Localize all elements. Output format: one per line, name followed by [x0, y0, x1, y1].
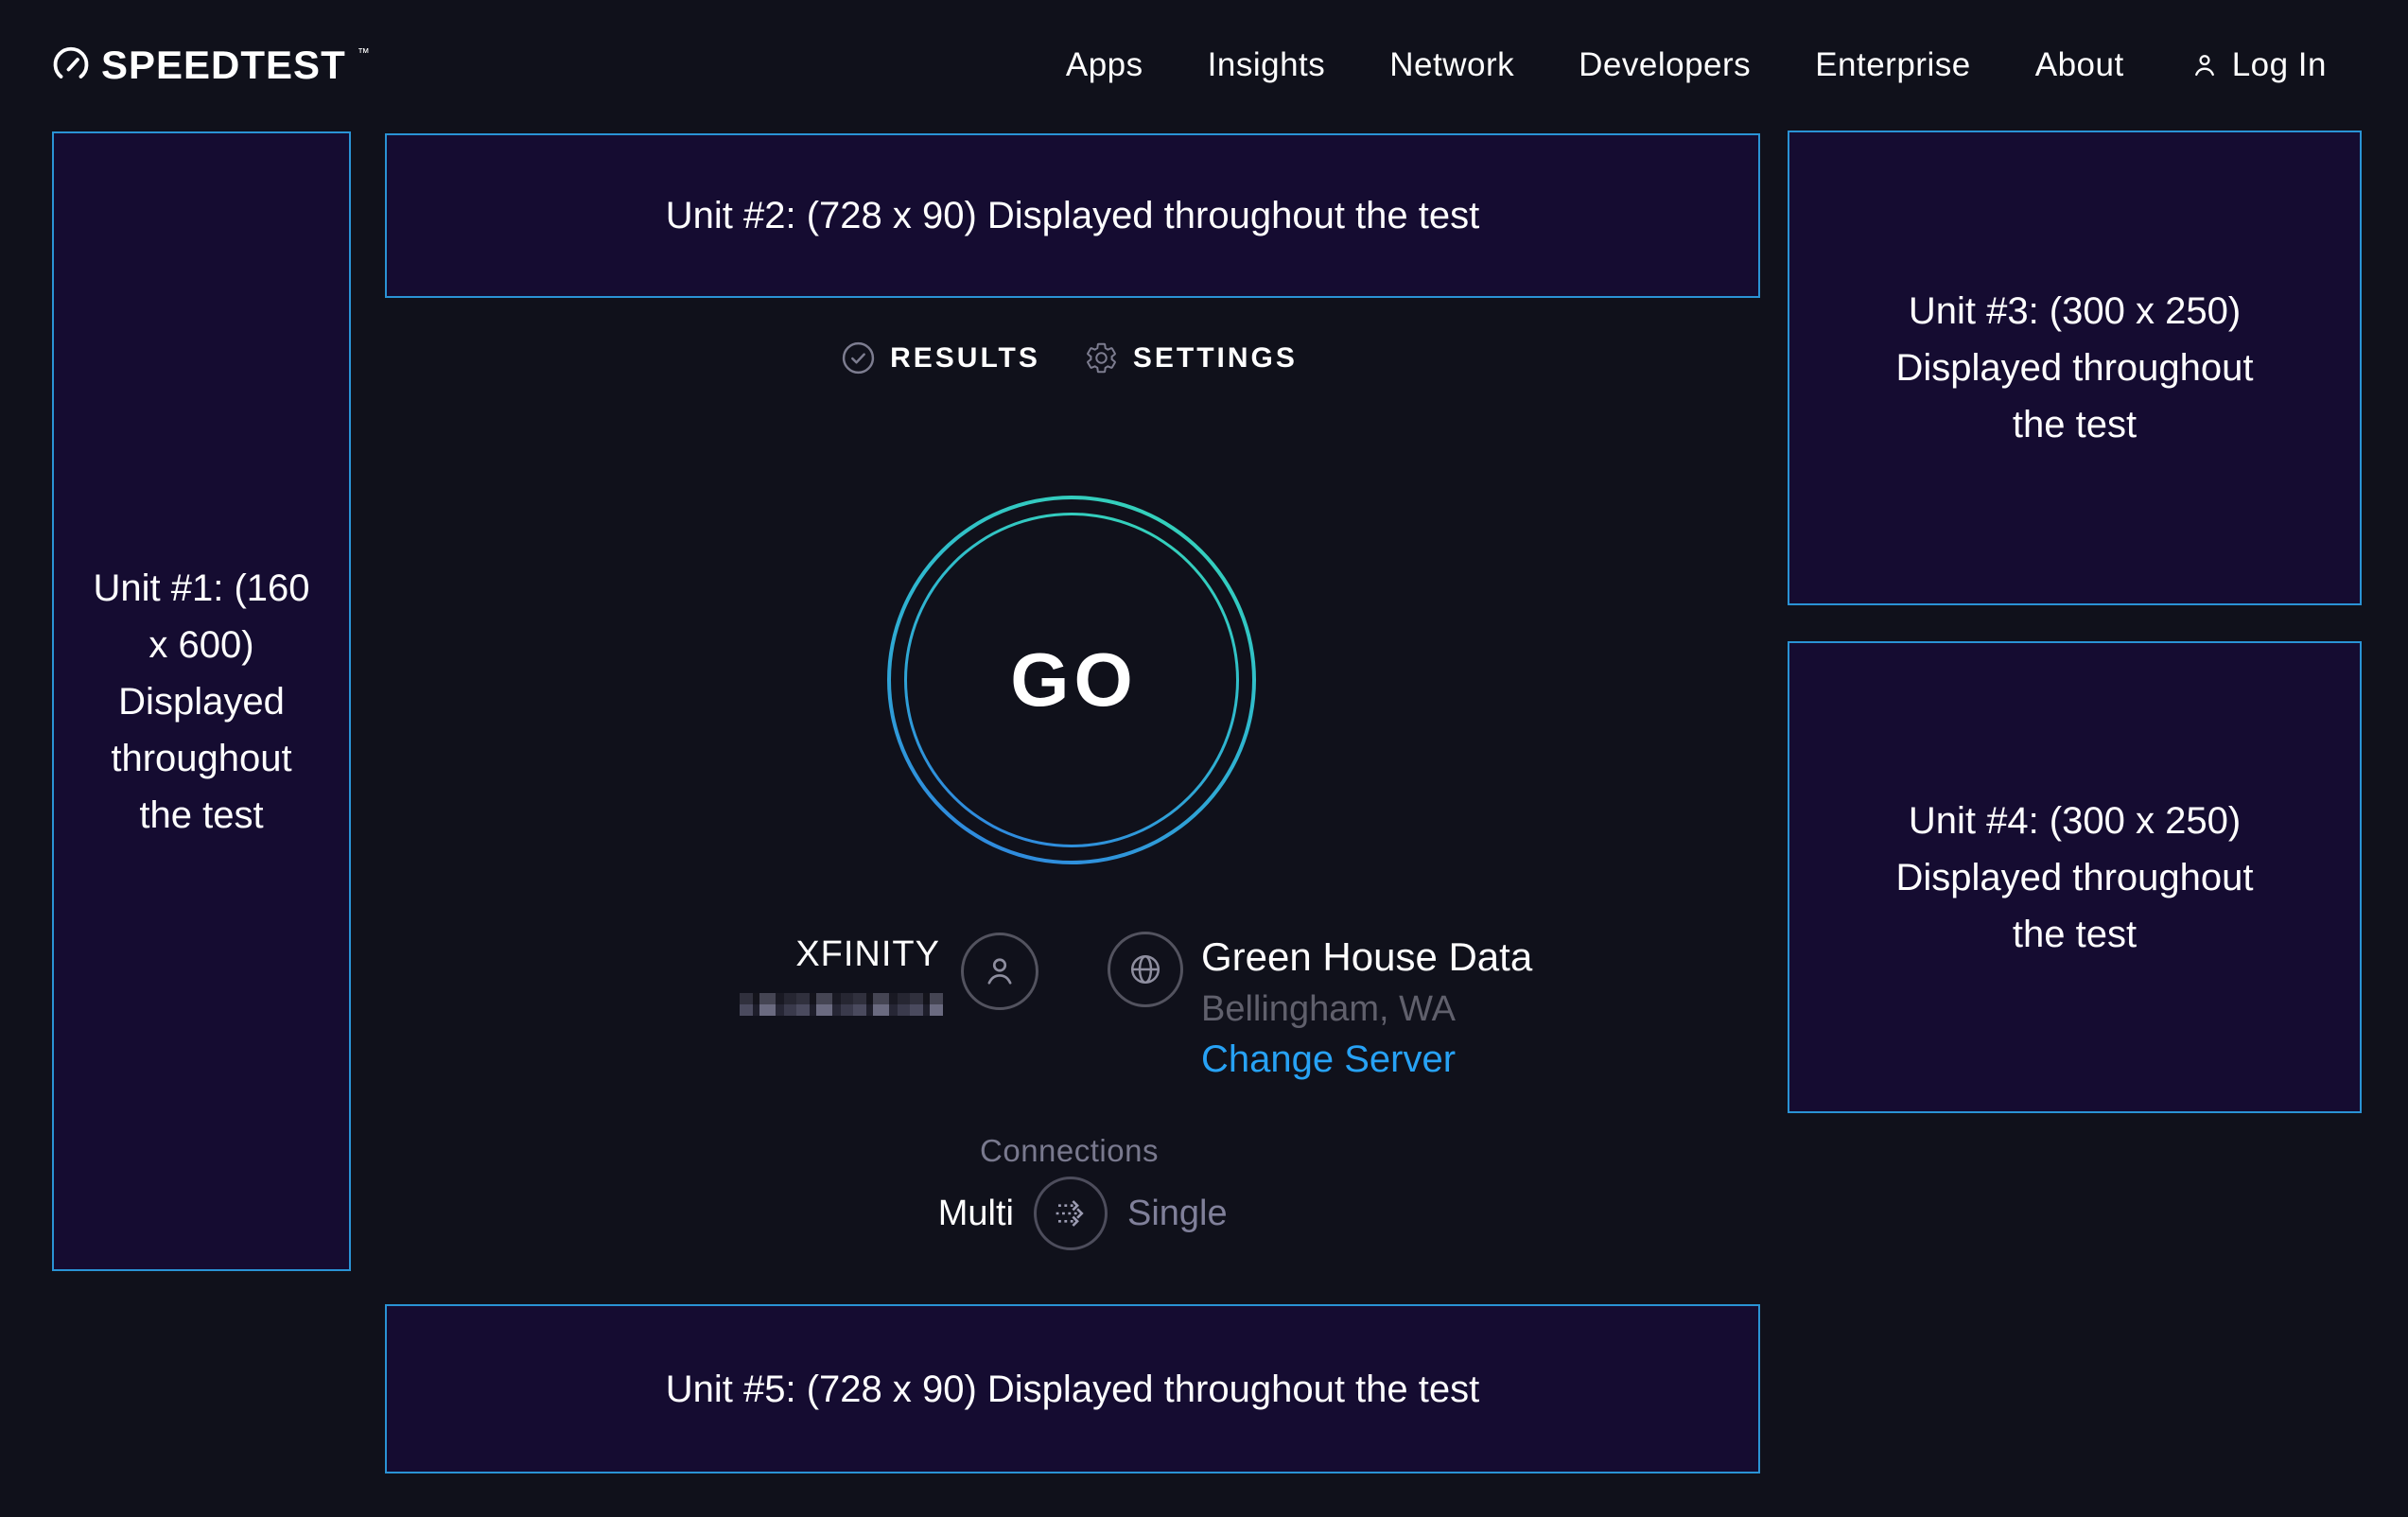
person-icon	[978, 950, 1021, 993]
view-tabs: RESULTS SETTINGS	[351, 340, 1788, 375]
ad-unit-3: Unit #3: (300 x 250) Displayed throughou…	[1788, 131, 2362, 605]
ad-unit-2: Unit #2: (728 x 90) Displayed throughout…	[385, 133, 1760, 298]
speedometer-icon	[52, 46, 90, 84]
login-link[interactable]: Log In	[2189, 46, 2327, 84]
go-label: GO	[1005, 636, 1137, 724]
tab-settings[interactable]: SETTINGS	[1084, 340, 1298, 375]
speedtest-page: SPEEDTEST ™ Apps Insights Network Develo…	[0, 0, 2408, 1517]
server-location: Bellingham, WA	[1201, 989, 1456, 1030]
settings-label: SETTINGS	[1133, 342, 1298, 375]
ad-unit-3-label: Unit #3: (300 x 250) Displayed throughou…	[1867, 283, 2283, 453]
connections-single-option[interactable]: Single	[1127, 1194, 1228, 1234]
ad-unit-4: Unit #4: (300 x 250) Displayed throughou…	[1788, 641, 2362, 1113]
ad-unit-5-label: Unit #5: (728 x 90) Displayed throughout…	[666, 1361, 1480, 1418]
isp-name: XFINITY	[795, 934, 940, 975]
check-circle-icon	[841, 340, 876, 375]
connections-toggle[interactable]	[1034, 1177, 1108, 1250]
isp-avatar	[961, 933, 1038, 1010]
logo-wordmark: SPEEDTEST	[101, 44, 346, 86]
ad-unit-4-label: Unit #4: (300 x 250) Displayed throughou…	[1867, 793, 2283, 963]
nav-item-apps[interactable]: Apps	[1066, 46, 1143, 84]
nav-item-enterprise[interactable]: Enterprise	[1815, 46, 1971, 84]
user-icon	[2189, 49, 2221, 81]
server-name: Green House Data	[1201, 934, 1532, 980]
server-avatar	[1108, 932, 1183, 1007]
ad-unit-2-label: Unit #2: (728 x 90) Displayed throughout…	[666, 187, 1480, 244]
globe-icon	[1124, 948, 1167, 991]
redacted-ip-address	[740, 993, 943, 1016]
login-label: Log In	[2232, 46, 2327, 84]
nav-item-developers[interactable]: Developers	[1579, 46, 1751, 84]
speedtest-logo[interactable]: SPEEDTEST ™	[52, 44, 370, 86]
multi-arrows-icon	[1046, 1189, 1095, 1238]
nav-item-network[interactable]: Network	[1389, 46, 1514, 84]
results-label: RESULTS	[890, 342, 1040, 375]
tab-results[interactable]: RESULTS	[841, 340, 1040, 375]
connections-label: Connections	[351, 1133, 1788, 1169]
trademark-mark: ™	[358, 46, 370, 59]
gear-icon	[1084, 340, 1119, 375]
ad-unit-1-label: Unit #1: (160 x 600) Displayed throughou…	[93, 560, 310, 844]
go-inner-ring: GO	[904, 513, 1239, 847]
main-nav: Apps Insights Network Developers Enterpr…	[1066, 46, 2327, 84]
ad-unit-5: Unit #5: (728 x 90) Displayed throughout…	[385, 1304, 1760, 1473]
connections-multi-option[interactable]: Multi	[938, 1194, 1014, 1234]
change-server-link[interactable]: Change Server	[1201, 1038, 1456, 1081]
nav-item-about[interactable]: About	[2035, 46, 2124, 84]
go-button[interactable]: GO	[887, 496, 1256, 864]
ad-unit-1: Unit #1: (160 x 600) Displayed throughou…	[52, 131, 351, 1271]
nav-item-insights[interactable]: Insights	[1208, 46, 1326, 84]
header: SPEEDTEST ™ Apps Insights Network Develo…	[0, 0, 2408, 131]
